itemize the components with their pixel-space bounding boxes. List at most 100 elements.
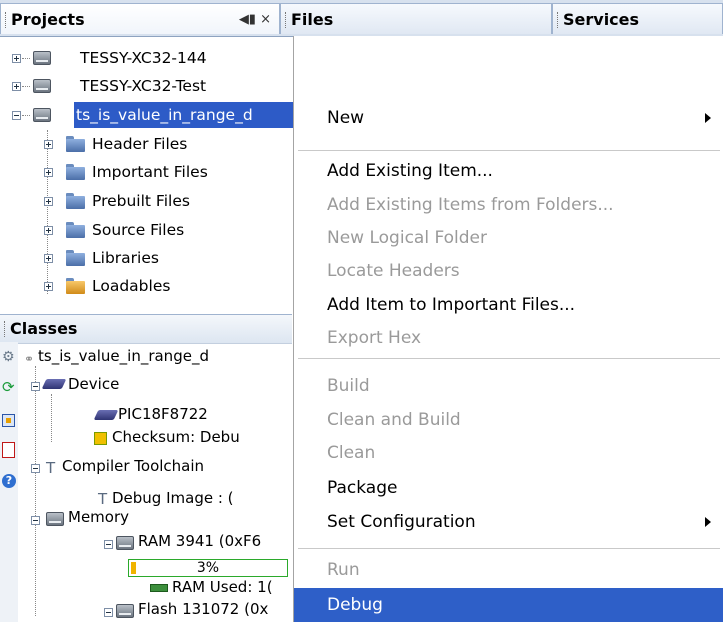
menu-item-label: Export Hex — [327, 328, 422, 348]
refresh-icon[interactable]: ⟳ — [2, 380, 17, 395]
menu-item-debug[interactable]: Debug — [294, 588, 723, 622]
menu-item-clean-build[interactable]: Clean and Build — [294, 403, 723, 437]
menu-item-new-logical-folder[interactable]: New Logical Folder — [294, 221, 723, 255]
project-label: TESSY-XC32-Test — [80, 77, 207, 95]
folder-label: Source Files — [92, 221, 185, 239]
menu-item-clean[interactable]: Clean — [294, 436, 723, 470]
tree-connector — [22, 86, 30, 87]
expand-toggle-icon[interactable] — [44, 282, 53, 291]
classes-title: Classes — [10, 319, 78, 338]
help-icon[interactable]: ? — [2, 474, 16, 488]
collapse-toggle-icon[interactable] — [104, 540, 113, 549]
tab-projects-label: Projects — [11, 10, 85, 29]
project-chip-icon — [33, 108, 51, 122]
collapse-toggle-icon[interactable] — [31, 516, 40, 525]
tree-row-folder[interactable]: Prebuilt Files — [0, 187, 293, 215]
tree-row-folder[interactable]: Loadables — [0, 272, 293, 300]
drag-grip-icon[interactable] — [285, 12, 289, 28]
menu-item-label: Run — [327, 560, 360, 580]
menu-item-add-important[interactable]: Add Item to Important Files... — [294, 288, 723, 322]
expand-toggle-icon[interactable] — [44, 140, 53, 149]
menu-item-label: New Logical Folder — [327, 228, 487, 248]
tree-row-folder[interactable]: Important Files — [0, 158, 293, 186]
debug-image-icon: T — [98, 490, 108, 508]
class-root-icon: ⚭ — [24, 352, 35, 366]
menu-item-label: Clean — [327, 443, 376, 463]
tree-row-project[interactable]: TESSY-XC32-Test — [0, 72, 293, 100]
menu-separator — [298, 150, 720, 151]
folder-label: Important Files — [92, 163, 208, 181]
tree-connector — [22, 58, 30, 59]
menu-item-package[interactable]: Package — [294, 471, 723, 505]
projects-tree: TESSY-XC32-144 TESSY-XC32-Test ts_is_val… — [0, 36, 296, 314]
menu-item-label: Locate Headers — [327, 261, 460, 281]
memory-label: Memory — [68, 508, 130, 526]
tab-files[interactable]: Files — [280, 3, 552, 34]
tree-row-project[interactable]: TESSY-XC32-144 — [0, 44, 293, 72]
ram-chip-icon — [116, 536, 134, 550]
tab-files-label: Files — [291, 10, 334, 29]
menu-item-set-configuration[interactable]: Set Configuration — [294, 505, 723, 539]
menu-item-add-existing[interactable]: Add Existing Item... — [294, 154, 723, 188]
menu-item-label: Add Item to Important Files... — [327, 295, 576, 315]
menu-item-label: Set Configuration — [327, 512, 476, 532]
expand-toggle-icon[interactable] — [44, 197, 53, 206]
expand-toggle-icon[interactable] — [44, 226, 53, 235]
classes-panel-header[interactable]: Classes — [0, 314, 292, 344]
menu-item-locate-headers[interactable]: Locate Headers — [294, 254, 723, 288]
menu-item-label: Debug — [327, 595, 383, 615]
tree-row-folder[interactable]: Source Files — [0, 216, 293, 244]
menu-separator — [298, 548, 720, 549]
tree-connector — [22, 115, 30, 116]
expand-toggle-icon[interactable] — [44, 254, 53, 263]
device-chip-icon — [41, 379, 67, 389]
collapse-toggle-icon[interactable] — [104, 608, 113, 617]
flash-chip-icon — [116, 604, 134, 618]
tree-row-folder[interactable]: Header Files — [0, 130, 293, 158]
project-chip-icon — [33, 79, 51, 93]
menu-item-label: Add Existing Items from Folders... — [327, 195, 614, 215]
tree-row-folder[interactable]: Libraries — [0, 244, 293, 272]
expand-toggle-icon[interactable] — [44, 168, 53, 177]
folder-label: Loadables — [92, 277, 171, 295]
tab-projects[interactable]: Projects ◀▮ × — [0, 3, 280, 34]
expand-toggle-icon[interactable] — [12, 82, 21, 91]
collapse-toggle-icon[interactable] — [31, 382, 40, 391]
drag-grip-icon[interactable] — [557, 12, 561, 28]
menu-item-new[interactable]: New — [294, 101, 723, 135]
drag-grip-icon[interactable] — [4, 321, 8, 337]
view-icon[interactable] — [2, 414, 15, 427]
tree-row-project-selected[interactable]: ts_is_value_in_range_d — [0, 101, 296, 129]
device-name: PIC18F8722 — [118, 405, 208, 423]
tree-connector — [51, 394, 52, 442]
menu-item-export-hex[interactable]: Export Hex — [294, 321, 723, 355]
folder-label: Header Files — [92, 135, 188, 153]
flash-label: Flash 131072 (0x — [138, 600, 269, 618]
hierarchy-icon[interactable]: ⚙ — [2, 350, 17, 365]
expand-toggle-icon[interactable] — [12, 54, 21, 63]
menu-item-run[interactable]: Run — [294, 553, 723, 587]
ram-usage-bar: 3% — [128, 559, 288, 577]
menu-item-add-from-folders[interactable]: Add Existing Items from Folders... — [294, 188, 723, 222]
project-label: TESSY-XC32-144 — [80, 49, 207, 67]
folder-label: Libraries — [92, 249, 159, 267]
collapse-toggle-icon[interactable] — [12, 111, 21, 120]
drag-grip-icon[interactable] — [5, 12, 9, 28]
menu-separator — [298, 358, 720, 359]
top-tab-bar: Projects ◀▮ × Files Services — [0, 0, 723, 37]
pdf-icon[interactable] — [2, 442, 15, 458]
menu-item-label: Add Existing Item... — [327, 161, 493, 181]
device-chip-icon — [93, 410, 119, 420]
loadables-folder-icon — [66, 278, 85, 294]
menu-item-label: Build — [327, 376, 370, 396]
ram-label: RAM 3941 (0xF6 — [138, 532, 262, 550]
folder-icon — [66, 222, 85, 238]
tab-services[interactable]: Services — [552, 3, 723, 34]
tab-window-controls[interactable]: ◀▮ × — [239, 4, 271, 35]
collapse-toggle-icon[interactable] — [31, 464, 40, 473]
ram-usage-percent: 3% — [196, 560, 220, 576]
toolchain-icon: T — [46, 459, 56, 477]
project-label-selected: ts_is_value_in_range_d — [74, 102, 296, 128]
menu-item-build[interactable]: Build — [294, 369, 723, 403]
libraries-folder-icon — [66, 250, 85, 266]
